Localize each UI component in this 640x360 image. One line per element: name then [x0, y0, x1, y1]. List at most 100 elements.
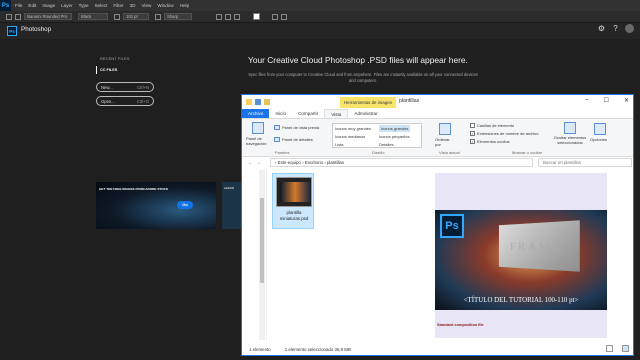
new-folder-icon[interactable] — [264, 99, 270, 105]
text-color-swatch[interactable] — [253, 13, 260, 20]
sort-by-button[interactable]: Ordenar por — [435, 137, 453, 147]
new-file-button[interactable]: New... Ctrl+N — [96, 82, 154, 92]
options-button[interactable]: Opciones — [590, 137, 607, 142]
current-view-label: Vista actual — [439, 150, 460, 155]
cc-files-link[interactable]: CC FILES — [100, 68, 117, 72]
file-item[interactable]: plantilla miniaturas.psd — [272, 173, 314, 229]
menu-bar: Ps File Edit Image Layer Type Select Fil… — [0, 0, 640, 11]
menu-image[interactable]: Image — [42, 3, 55, 8]
address-bar[interactable]: › Este equipo › Escritorio › plantillas — [270, 158, 533, 167]
hide-selected-button[interactable]: Ocultar elementos seleccionados — [548, 135, 592, 145]
options-bar: Nanami Rounded Pro Black 102 pt Sharp — [0, 11, 640, 23]
font-style-select[interactable]: Black — [78, 13, 108, 20]
back-icon[interactable]: ← — [248, 160, 253, 166]
search-input[interactable]: Buscar en plantillas — [538, 158, 632, 167]
menu-select[interactable]: Select — [95, 3, 108, 8]
navigation-pane-icon[interactable] — [252, 122, 264, 134]
align-left-icon[interactable] — [216, 13, 222, 20]
sort-icon[interactable] — [439, 123, 451, 135]
preview-caption: <TÍTULO DEL TUTORIAL 100-110 pt> — [463, 297, 579, 304]
stock-go-button[interactable]: Go — [177, 201, 193, 209]
layout-small[interactable]: Iconos pequeños — [379, 134, 409, 139]
menu-layer[interactable]: Layer — [61, 3, 73, 8]
stock-banner[interactable]: GET TEN FREE IMAGES FROM ADOBE STOCK Go — [96, 182, 216, 229]
warp-text-icon[interactable] — [272, 13, 278, 20]
page-title: Photoshop — [21, 26, 52, 33]
file-content-area: plantilla miniaturas.psd Ps FRAME <TÍTUL… — [270, 170, 630, 340]
panes-group-label: Paneles — [275, 150, 290, 155]
status-bar: 1 elemento 1 elemento seleccionado 36,9 … — [242, 344, 633, 354]
tab-vista[interactable]: Vista — [324, 109, 349, 118]
save-icon[interactable] — [255, 99, 261, 105]
font-size-select[interactable]: 102 pt — [123, 13, 149, 20]
layout-list[interactable]: Lista — [335, 142, 343, 147]
item-count: 1 elemento — [249, 346, 271, 352]
menu-edit[interactable]: Edit — [28, 3, 36, 8]
align-center-icon[interactable] — [225, 13, 231, 20]
preview-pane: Ps FRAME <TÍTULO DEL TUTORIAL 100-110 pt… — [435, 173, 607, 338]
photoshop-logo[interactable]: Ps — [0, 0, 11, 11]
font-size-icon — [114, 13, 120, 20]
tab-inicio[interactable]: Inicio — [269, 109, 292, 118]
file-extensions-option[interactable]: ✓ Extensiones de nombre de archivo — [470, 131, 539, 136]
close-icon[interactable]: ✕ — [624, 97, 629, 104]
frame-graphic: FRAME — [498, 220, 580, 272]
text-orientation-icon[interactable] — [15, 13, 21, 20]
layout-extra-large[interactable]: Iconos muy grandes — [335, 126, 371, 131]
options-icon[interactable] — [594, 123, 606, 135]
avatar[interactable] — [625, 24, 634, 33]
minimize-icon[interactable]: – — [585, 97, 588, 104]
hidden-items-option[interactable]: ✓ Elementos ocultos — [470, 139, 510, 144]
character-panel-icon[interactable] — [281, 13, 287, 20]
navigation-pane-button[interactable]: Panel de navegación — [246, 136, 270, 146]
checkbox-checked[interactable]: ✓ — [470, 139, 475, 144]
maximize-icon[interactable]: ☐ — [604, 97, 609, 104]
anti-alias-select[interactable]: Sharp — [164, 13, 192, 20]
learn-banner[interactable]: LEARN — [222, 182, 241, 229]
top-right-icons: ⚙ ? — [597, 24, 634, 33]
item-checkboxes-option[interactable]: Casillas de elemento — [470, 123, 514, 128]
show-hide-group-label: Mostrar u ocultar — [512, 150, 543, 155]
stock-banner-text: GET TEN FREE IMAGES FROM ADOBE STOCK — [99, 187, 169, 191]
selection-info: 1 elemento seleccionado 36,9 MB — [284, 346, 351, 352]
align-right-icon[interactable] — [234, 13, 240, 20]
file-name: plantilla miniaturas.psd — [279, 210, 309, 221]
preview-pane-button[interactable]: Panel de vista previa — [274, 125, 319, 130]
layout-group-label: Diseño — [372, 150, 385, 155]
checkbox[interactable] — [470, 123, 475, 128]
details-view-icon[interactable] — [606, 345, 613, 352]
quick-access-toolbar — [246, 99, 270, 105]
menu-3d[interactable]: 3D — [130, 3, 136, 8]
layout-medium[interactable]: Iconos medianos — [335, 134, 365, 139]
menu-view[interactable]: View — [141, 3, 151, 8]
tab-archivo[interactable]: Archivo — [242, 109, 270, 118]
new-shortcut: Ctrl+N — [137, 84, 149, 90]
menu-file[interactable]: File — [15, 3, 22, 8]
gear-icon[interactable]: ⚙ — [597, 24, 606, 33]
file-explorer-window: Herramientas de imagen plantillas – ☐ ✕ … — [241, 94, 634, 356]
menu-window[interactable]: Window — [157, 3, 173, 8]
checkbox-checked[interactable]: ✓ — [470, 131, 475, 136]
tab-compartir[interactable]: Compartir — [292, 109, 324, 118]
type-tool-icon[interactable] — [6, 13, 12, 20]
menu-filter[interactable]: Filter — [113, 3, 123, 8]
forward-icon[interactable]: → — [256, 160, 261, 166]
layout-details[interactable]: Detalles — [379, 142, 393, 147]
details-pane-button[interactable]: Panel de detalles — [274, 137, 313, 142]
tab-administrar[interactable]: Administrar — [348, 109, 383, 118]
image-tools-context-tab[interactable]: Herramientas de imagen — [340, 97, 397, 108]
preview-image: Ps FRAME <TÍTULO DEL TUTORIAL 100-110 pt… — [435, 210, 607, 310]
help-icon[interactable]: ? — [611, 24, 620, 33]
font-family-select[interactable]: Nanami Rounded Pro — [24, 13, 72, 20]
home-header — [0, 23, 640, 39]
menu-help[interactable]: Help — [180, 3, 189, 8]
large-icons-view-icon[interactable] — [622, 345, 629, 352]
folder-icon[interactable] — [246, 99, 252, 105]
open-shortcut: Ctrl+O — [136, 98, 149, 104]
menu-type[interactable]: Type — [79, 3, 89, 8]
open-file-button[interactable]: Open... Ctrl+O — [96, 96, 154, 106]
layout-large[interactable]: Iconos grandes — [379, 125, 411, 132]
hide-selected-icon[interactable] — [564, 122, 576, 134]
scrollbar[interactable] — [259, 170, 265, 340]
scroll-thumb[interactable] — [260, 198, 264, 283]
